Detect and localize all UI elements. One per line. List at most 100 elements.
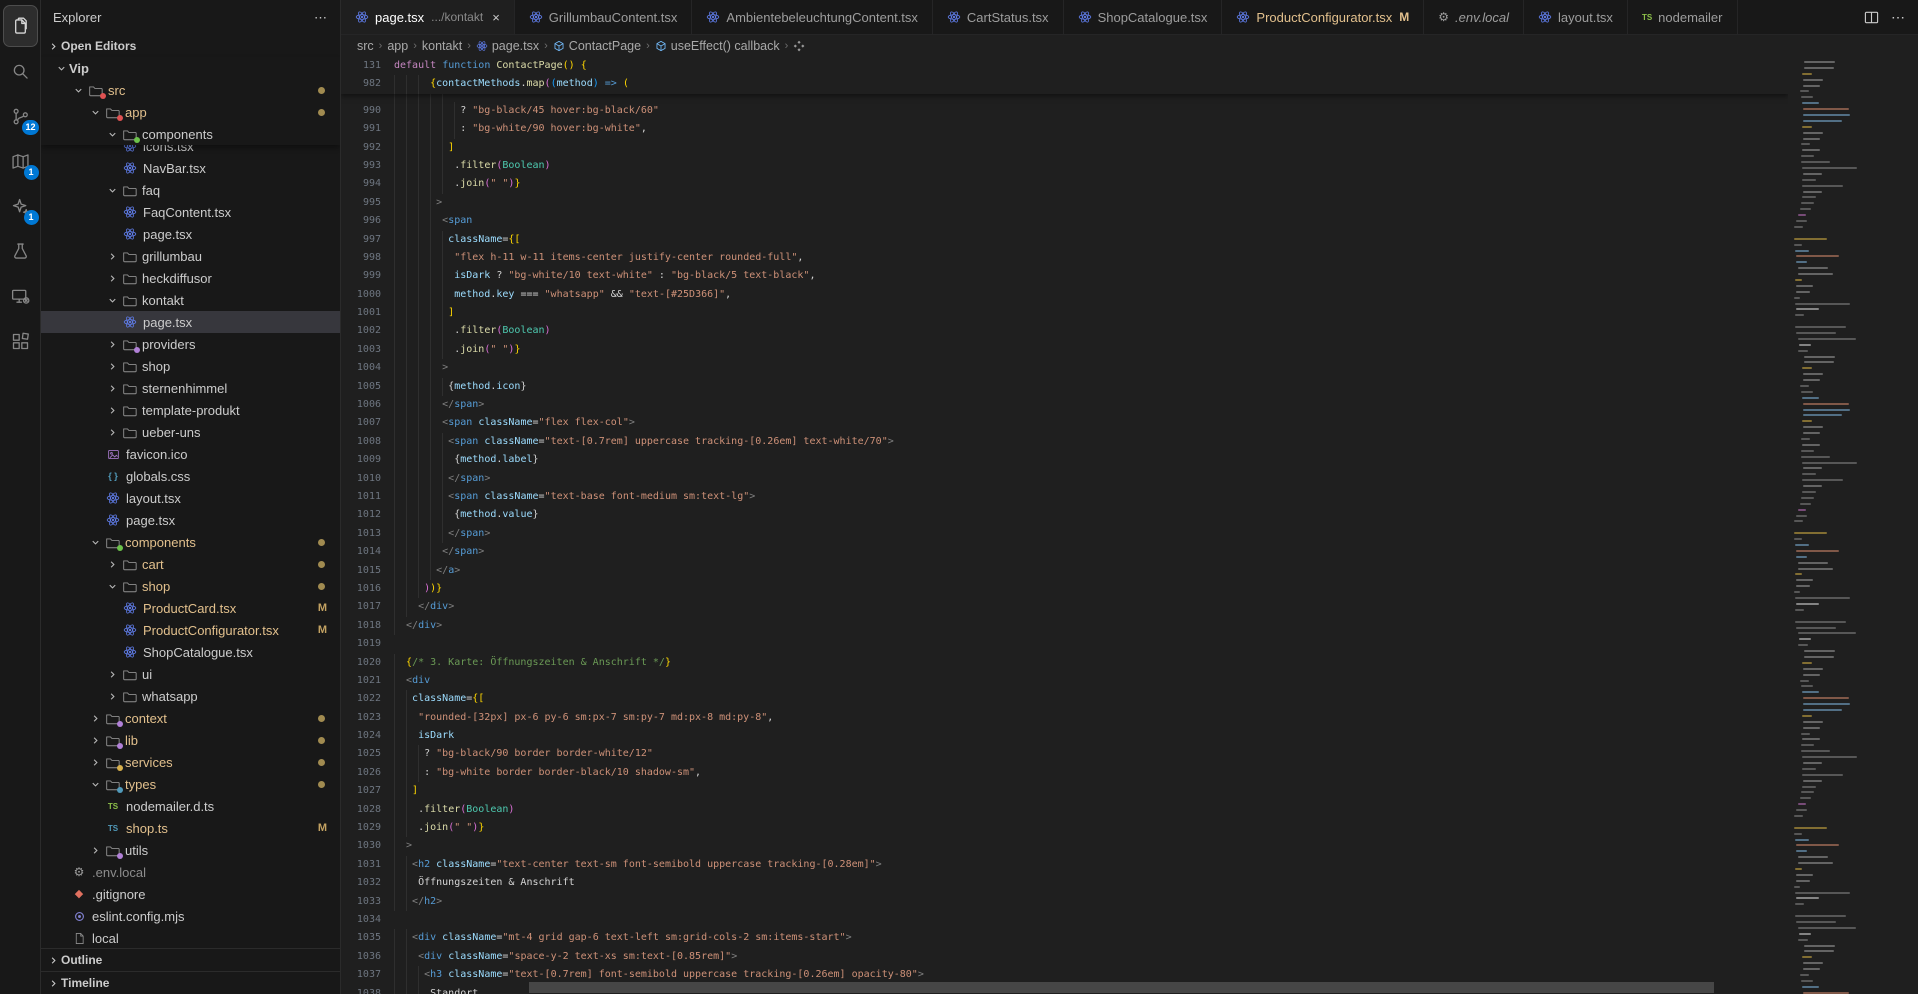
code-line-1007: 1007<span className="flex flex-col"> [341,414,1788,432]
tree-item-components[interactable]: components [41,123,340,145]
breadcrumb-item-page-tsx[interactable]: page.tsx [476,39,539,53]
code-line-1016: 1016))} [341,580,1788,598]
tab-cartstatus-tsx[interactable]: CartStatus.tsx [933,0,1064,34]
tree-item-nodemailer-d-ts[interactable]: TSnodemailer.d.ts [41,795,340,817]
tree-item-layout-tsx[interactable]: layout.tsx [41,487,340,509]
code-text: <div className="space-y-2 text-xs sm:tex… [418,948,737,966]
tree-item-heckdiffusor[interactable]: heckdiffusor [41,267,340,289]
tree-item-page-tsx[interactable]: page.tsx [41,311,340,333]
tab-page-tsx[interactable]: page.tsx.../kontakt× [341,0,515,34]
tree-item-src[interactable]: src [41,79,340,101]
tree-item-shop-ts[interactable]: TSshop.tsM [41,817,340,839]
close-icon[interactable]: × [492,10,500,25]
tree-item-context[interactable]: context [41,707,340,729]
activitybar-item-map[interactable]: 1 [3,140,38,182]
split-editor-icon[interactable] [1864,10,1879,25]
code-editor[interactable]: 131default function ContactPage() {982{c… [341,57,1788,994]
tab-grillumbaucontent-tsx[interactable]: GrillumbauContent.tsx [515,0,693,34]
tree-item-cart[interactable]: cart [41,553,340,575]
open-editors-section[interactable]: Open Editors [41,35,340,57]
minimap-line [1795,597,1849,599]
tree-item-icons-tsx[interactable]: icons.tsx [41,145,340,157]
chevron-right-icon [87,754,103,770]
editor-more-actions-icon[interactable]: ⋯ [1891,9,1906,26]
tab-ambientebeleuchtungcontent-tsx[interactable]: AmbientebeleuchtungContent.tsx [692,0,933,34]
tab-nodemailer[interactable]: TSnodemailer [1628,0,1738,34]
react-file-icon [121,644,139,660]
breadcrumb-item-contactpage[interactable]: ContactPage [553,39,641,53]
indent-guides [394,837,406,855]
minimap-line [1798,927,1857,929]
tree-item-productconfigurator-tsx[interactable]: ProductConfigurator.tsxM [41,619,340,641]
tree-item-types[interactable]: types [41,773,340,795]
tree-item-globals-css[interactable]: { }globals.css [41,465,340,487]
tree-item-faq[interactable]: faq [41,179,340,201]
tree-item-gitignore[interactable]: ◆.gitignore [41,883,340,905]
tree-item-app[interactable]: app [41,101,340,123]
tree-item-shop[interactable]: shop [41,575,340,597]
activitybar-item-remote[interactable] [3,275,38,317]
line-number: 1003 [341,341,381,359]
tree-item-favicon-ico[interactable]: favicon.ico [41,443,340,465]
tree-item-productcard-tsx[interactable]: ProductCard.tsxM [41,597,340,619]
tree-item-page-tsx[interactable]: page.tsx [41,223,340,245]
chevron-down-icon [70,82,86,98]
tree-item-shop[interactable]: shop [41,355,340,377]
tree-item-template-produkt[interactable]: template-produkt [41,399,340,421]
breadcrumb-item-src[interactable]: src [357,39,374,53]
tree-item-ui[interactable]: ui [41,663,340,685]
indent-guides [394,856,412,874]
git-modified-dot [318,737,325,744]
timeline-section[interactable]: Timeline [41,971,340,994]
tree-item-ueber-uns[interactable]: ueber-uns [41,421,340,443]
activitybar-item-explorer[interactable] [3,5,38,47]
breadcrumb-item-useeffect-callback[interactable]: useEffect() callback [655,39,780,53]
tree-item-lib[interactable]: lib [41,729,340,751]
activitybar-item-chat[interactable]: 1 [3,185,38,227]
tree-item-local[interactable]: local [41,927,340,949]
tree-item-label: template-produkt [142,403,240,418]
tree-item-eslint-config-mjs[interactable]: eslint.config.mjs [41,905,340,927]
tree-item-utils[interactable]: utils [41,839,340,861]
tree-item-grillumbau[interactable]: grillumbau [41,245,340,267]
tab-productconfigurator-tsx[interactable]: ProductConfigurator.tsxM [1222,0,1424,34]
sticky-scroll-lines[interactable]: 131default function ContactPage() {982{c… [341,57,1788,94]
tree-item-services[interactable]: services [41,751,340,773]
tab-env-local[interactable]: ⚙.env.local [1424,0,1524,34]
minimap[interactable] [1788,57,1906,994]
react-file-icon [104,490,122,506]
tree-item-faqcontent-tsx[interactable]: FaqContent.tsx [41,201,340,223]
breadcrumb: src›app›kontakt›page.tsx›ContactPage›use… [341,35,1918,57]
tree-item-whatsapp[interactable]: whatsapp [41,685,340,707]
activitybar-item-testing[interactable] [3,230,38,272]
vertical-scrollbar[interactable] [1906,57,1918,994]
breadcrumb-item-app[interactable]: app [387,39,408,53]
tree-item-env-local[interactable]: ⚙.env.local [41,861,340,883]
tree-item-label: NavBar.tsx [143,161,206,176]
tree-item-navbar-tsx[interactable]: NavBar.tsx [41,157,340,179]
outline-section[interactable]: Outline [41,948,340,971]
indent-guides [394,948,418,966]
tab-shopcatalogue-tsx[interactable]: ShopCatalogue.tsx [1064,0,1223,34]
horizontal-scrollbar[interactable] [529,982,1714,993]
minimap-line [1796,220,1806,222]
activitybar-item-source-control[interactable]: 12 [3,95,38,137]
code-line-991: 991: "bg-white/90 hover:bg-white", [341,120,1788,138]
tree-item-components[interactable]: components [41,531,340,553]
timeline-label: Timeline [61,976,109,990]
activitybar-item-search[interactable] [3,50,38,92]
tree-item-sternenhimmel[interactable]: sternenhimmel [41,377,340,399]
tree-item-page-tsx[interactable]: page.tsx [41,509,340,531]
more-actions-icon[interactable]: ⋯ [314,10,328,26]
indent-guides [394,322,454,340]
tree-item-kontakt[interactable]: kontakt [41,289,340,311]
tab-layout-tsx[interactable]: layout.tsx [1524,0,1628,34]
tree-item-providers[interactable]: providers [41,333,340,355]
activitybar-item-extensions[interactable] [3,320,38,362]
tree-item-shopcatalogue-tsx[interactable]: ShopCatalogue.tsx [41,641,340,663]
breadcrumb-item-kontakt[interactable]: kontakt [422,39,462,53]
tree-item-label: cart [142,557,164,572]
breadcrumb-item-x[interactable] [793,40,805,52]
tree-item-vip[interactable]: Vip [41,57,340,79]
indent-guides [394,102,460,120]
